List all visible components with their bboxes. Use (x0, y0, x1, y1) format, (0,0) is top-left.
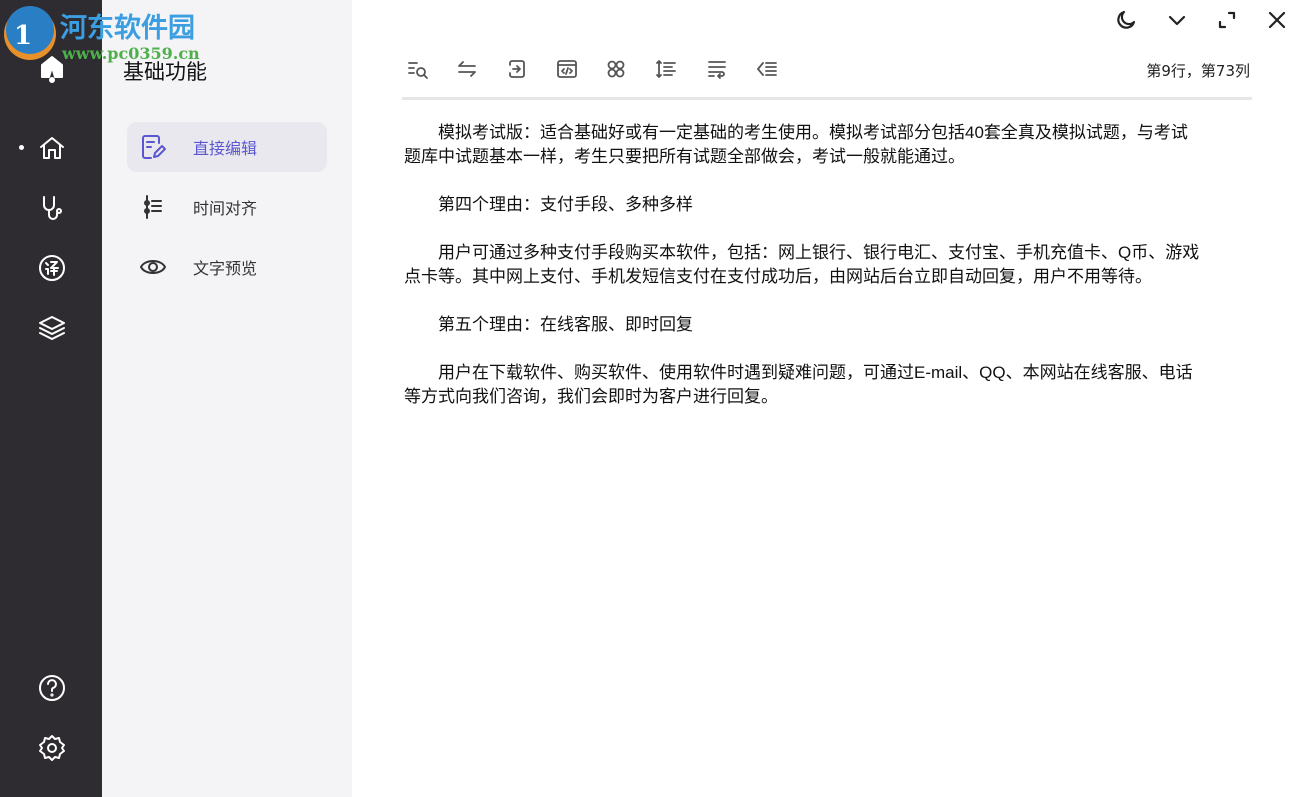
eye-icon (140, 260, 166, 274)
editor-line: 题库中试题基本一样，考生只要把所有试题全部做会，考试一般就能通过。 (404, 147, 965, 166)
active-indicator (19, 145, 24, 150)
line-spacing-icon[interactable] (653, 56, 679, 82)
swap-icon[interactable] (454, 56, 480, 82)
watermark: 1 河东软件园 www.pc0359.cn (0, 4, 200, 68)
toolbar-divider (402, 97, 1252, 100)
panel-item-label: 时间对齐 (193, 199, 258, 218)
import-icon[interactable] (504, 56, 530, 82)
apps-icon[interactable] (603, 56, 629, 82)
editor-line: 点卡等。其中网上支付、手机发短信支付在支付成功后，由网站后台立即自动回复，用户不… (404, 267, 1152, 286)
editor-line: 第四个理由：支付手段、多种多样 (404, 195, 693, 214)
panel-item-label: 文字预览 (193, 259, 258, 278)
edit-icon (142, 135, 166, 159)
close-icon[interactable] (1263, 6, 1291, 34)
nav-rail (0, 0, 102, 797)
translate-icon[interactable] (36, 252, 68, 284)
editor-line: 模拟考试版：适合基础好或有一定基础的考生使用。模拟考试部分包括40套全真及模拟试… (404, 123, 1188, 142)
panel-item-direct-edit[interactable]: 直接编辑 (127, 122, 327, 172)
home-icon[interactable] (36, 132, 68, 164)
maximize-icon[interactable] (1213, 6, 1241, 34)
help-icon[interactable] (36, 672, 68, 704)
panel-item-text-preview[interactable]: 文字预览 (127, 242, 327, 292)
panel-item-time-align[interactable]: 时间对齐 (127, 182, 327, 232)
editor-line: 用户可通过多种支付手段购买本软件，包括：网上银行、银行电汇、支付宝、手机充值卡、… (404, 243, 1200, 262)
outdent-icon[interactable] (754, 56, 780, 82)
watermark-name: 河东软件园 (60, 13, 195, 44)
find-icon[interactable] (405, 56, 431, 82)
layers-icon[interactable] (36, 312, 68, 344)
feature-panel: 基础功能 直接编辑 时间对齐 文字预览 (102, 0, 352, 797)
watermark-url: www.pc0359.cn (62, 44, 200, 63)
svg-text:1: 1 (14, 21, 32, 51)
wrap-icon[interactable] (704, 56, 730, 82)
stethoscope-icon[interactable] (36, 192, 68, 224)
moon-icon[interactable] (1112, 6, 1140, 34)
editor-line: 第五个理由：在线客服、即时回复 (404, 315, 693, 334)
watermark-logo-icon: 1 (4, 6, 56, 60)
settings-icon[interactable] (36, 732, 68, 764)
panel-item-label: 直接编辑 (193, 139, 258, 158)
cursor-position: 第9行，第73列 (1146, 62, 1250, 80)
timeline-icon (144, 195, 162, 219)
editor-line: 用户在下载软件、购买软件、使用软件时遇到疑难问题，可通过E-mail、QQ、本网… (404, 363, 1193, 382)
editor-line: 等方式向我们咨询，我们会即时为客户进行回复。 (404, 387, 778, 406)
chevron-down-icon[interactable] (1163, 6, 1191, 34)
code-icon[interactable] (554, 56, 580, 82)
